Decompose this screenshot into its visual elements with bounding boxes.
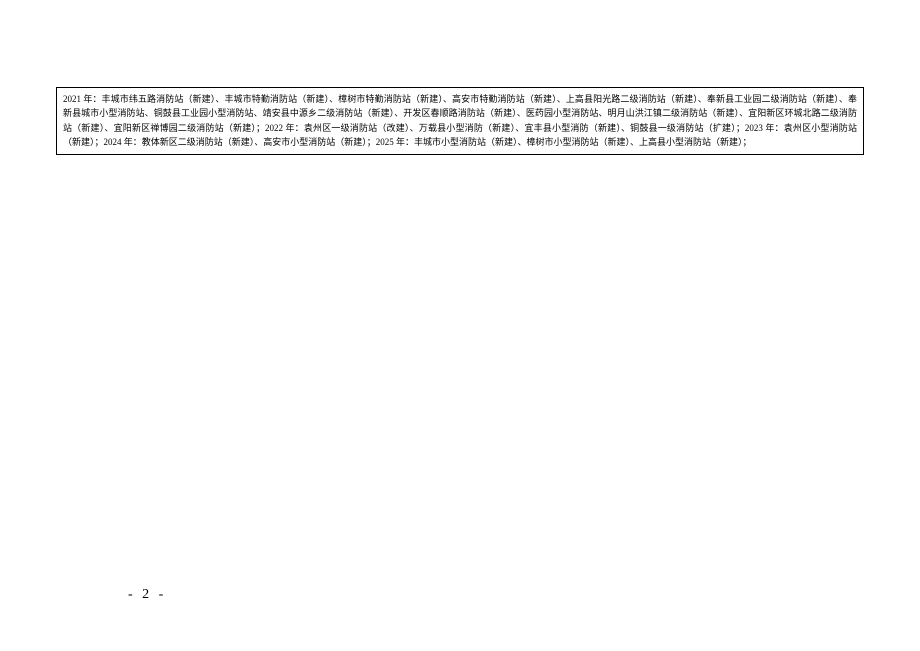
content-box: 2021 年：丰城市纬五路消防站（新建）、丰城市特勤消防站（新建）、樟树市特勤消… xyxy=(56,87,864,155)
page-container: 2021 年：丰城市纬五路消防站（新建）、丰城市特勤消防站（新建）、樟树市特勤消… xyxy=(0,0,920,651)
page-number: - 2 - xyxy=(128,587,166,603)
content-paragraph: 2021 年：丰城市纬五路消防站（新建）、丰城市特勤消防站（新建）、樟树市特勤消… xyxy=(63,94,857,147)
